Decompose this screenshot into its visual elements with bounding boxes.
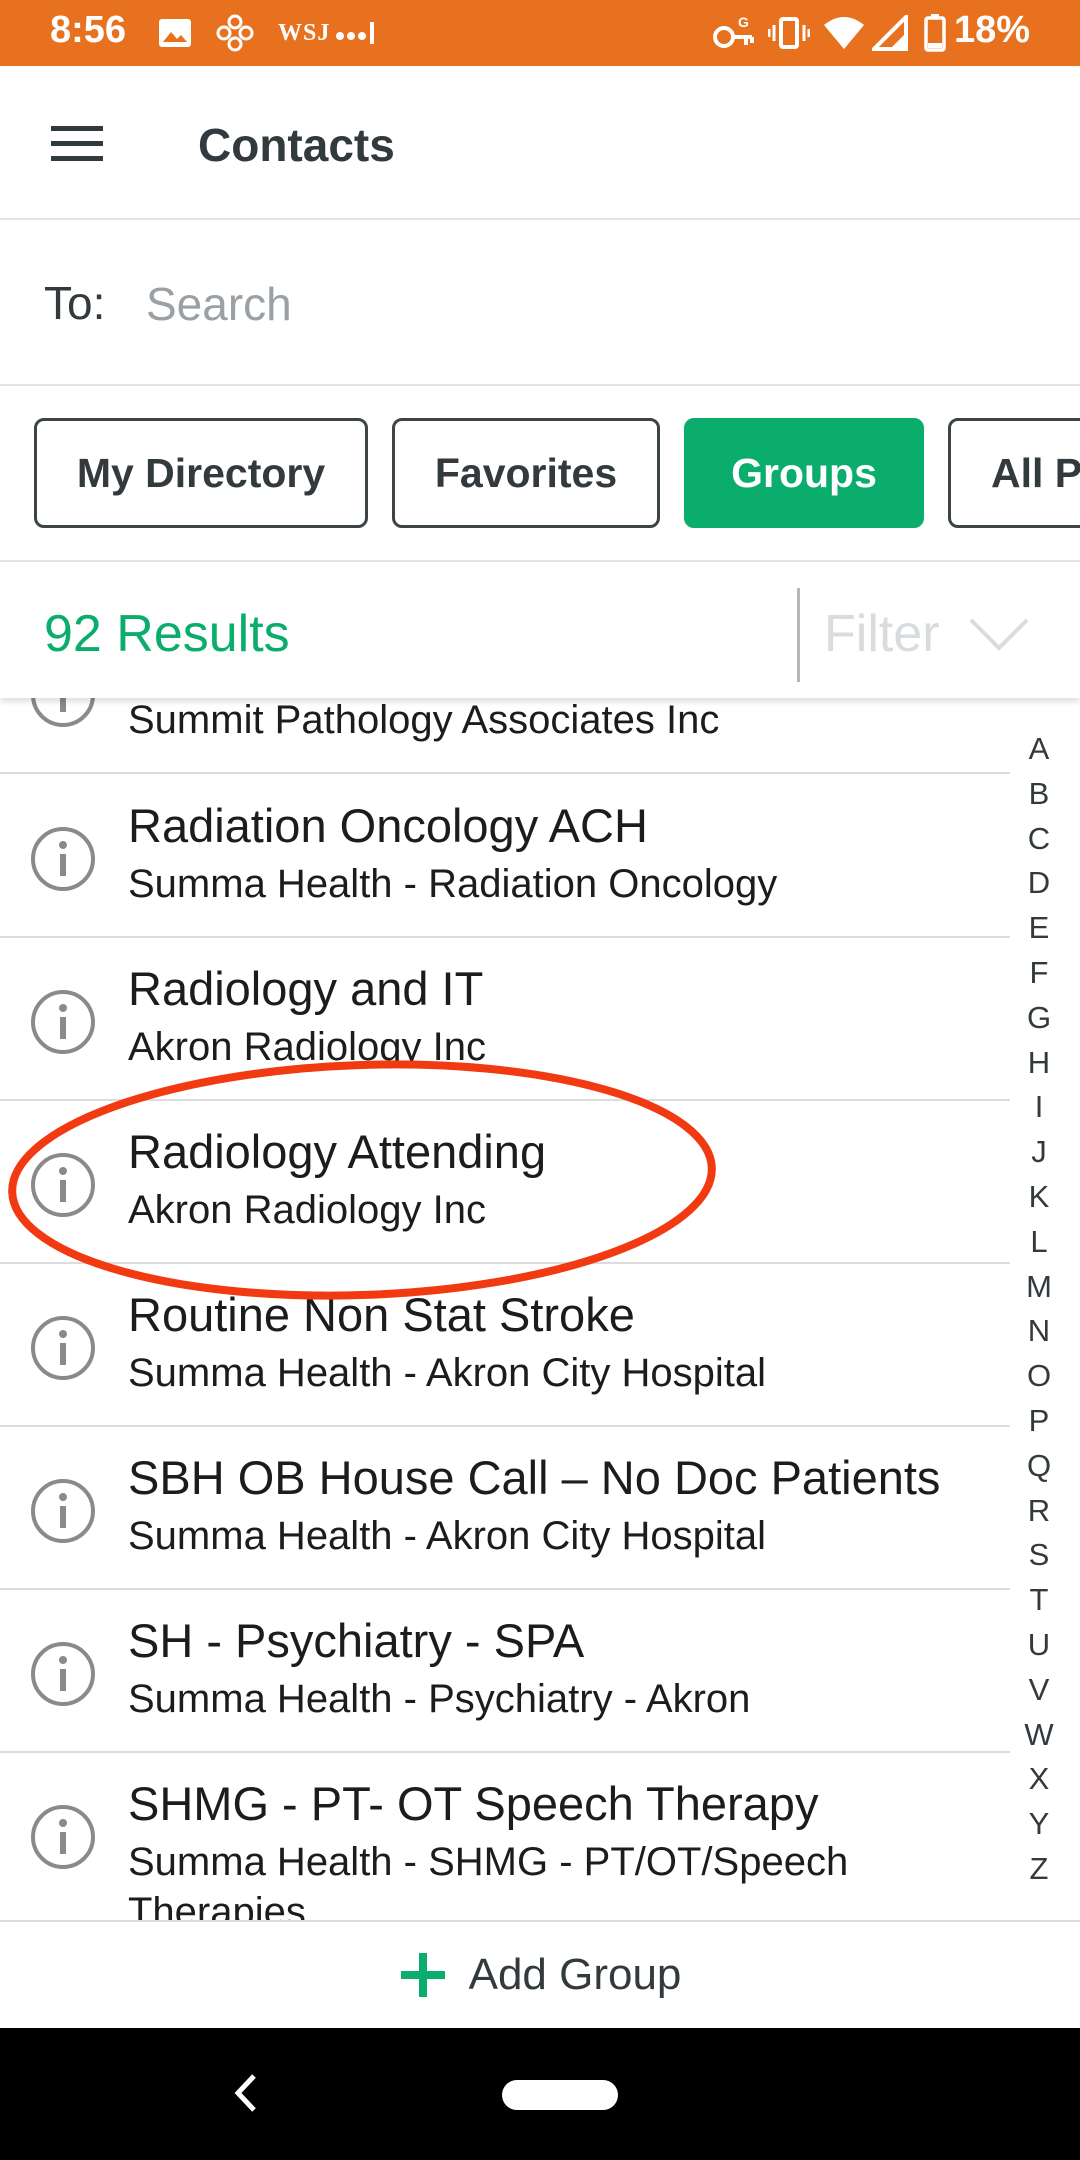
index-letter[interactable]: J (1008, 1130, 1070, 1175)
list-item-subtitle: Summa Health - Akron City Hospital (128, 1514, 767, 1558)
battery-percent: 18% (953, 9, 1030, 51)
group-list: Summit Pathology Associates Inc Radiatio… (0, 698, 1080, 1920)
index-letter[interactable]: L (1008, 1220, 1070, 1265)
signal-dots-icon (334, 14, 380, 52)
index-letter[interactable]: O (1008, 1354, 1070, 1399)
wifi-icon (822, 14, 866, 52)
filter-tabs: My Directory Favorites Groups All P (0, 388, 1080, 562)
list-item[interactable]: Radiology and IT Akron Radiology Inc (0, 937, 1010, 1101)
add-group-button[interactable]: Add Group (0, 1920, 1080, 2028)
search-input[interactable] (146, 268, 1026, 340)
tab-groups[interactable]: Groups (684, 418, 924, 528)
list-item[interactable]: SBH OB House Call – No Doc Patients Summ… (0, 1426, 1010, 1590)
index-letter[interactable]: F (1008, 951, 1070, 996)
index-letter[interactable]: N (1008, 1309, 1070, 1354)
chevron-down-icon[interactable] (968, 616, 1030, 657)
tab-my-directory[interactable]: My Directory (34, 418, 368, 528)
index-letter[interactable]: M (1008, 1265, 1070, 1310)
hamburger-menu-icon[interactable] (40, 116, 114, 172)
info-icon[interactable] (30, 1641, 96, 1707)
key-icon: G (712, 14, 756, 52)
system-nav-bar (0, 2028, 1080, 2160)
index-letter[interactable]: Y (1008, 1802, 1070, 1847)
info-icon[interactable] (30, 1152, 96, 1218)
add-group-label: Add Group (468, 1950, 682, 1999)
to-label: To: (44, 277, 106, 329)
index-letter[interactable]: H (1008, 1041, 1070, 1086)
app-bar: Contacts (0, 66, 1080, 220)
list-item-title: SHMG - PT- OT Speech Therapy (128, 1777, 819, 1830)
alphabet-index[interactable]: A B C D E F G H I J K L M N O P Q R S T … (1008, 727, 1070, 1892)
list-item-subtitle: Akron Radiology Inc (128, 1188, 486, 1232)
index-letter[interactable]: X (1008, 1757, 1070, 1802)
index-letter[interactable]: V (1008, 1668, 1070, 1713)
list-item[interactable]: SH - Psychiatry - SPA Summa Health - Psy… (0, 1589, 1010, 1753)
home-pill[interactable] (502, 2080, 618, 2110)
index-letter[interactable]: D (1008, 861, 1070, 906)
status-time: 8:56 (50, 9, 127, 51)
index-letter[interactable]: U (1008, 1623, 1070, 1668)
index-letter[interactable]: Z (1008, 1847, 1070, 1892)
vibrate-icon (768, 14, 810, 52)
index-letter[interactable]: R (1008, 1489, 1070, 1534)
list-item-subtitle: Summit Pathology Associates Inc (128, 698, 720, 742)
results-bar: 92 Results Filter (0, 564, 1080, 698)
info-icon[interactable] (30, 698, 96, 728)
list-item-title: SBH OB House Call – No Doc Patients (128, 1451, 941, 1504)
index-letter[interactable]: K (1008, 1175, 1070, 1220)
info-icon[interactable] (30, 826, 96, 892)
recipient-search-row: To: (0, 222, 1080, 386)
list-item-title: Radiology Attending (128, 1125, 547, 1178)
index-letter[interactable]: E (1008, 906, 1070, 951)
list-item[interactable]: SHMG - PT- OT Speech Therapy Summa Healt… (0, 1752, 1010, 1920)
list-item-subtitle: Summa Health - SHMG - PT/OT/Speech (128, 1840, 849, 1884)
index-letter[interactable]: I (1008, 1085, 1070, 1130)
index-letter[interactable]: P (1008, 1399, 1070, 1444)
index-letter[interactable]: B (1008, 772, 1070, 817)
index-letter[interactable]: S (1008, 1533, 1070, 1578)
svg-text:G: G (738, 14, 749, 30)
list-item-subtitle: Summa Health - Psychiatry - Akron (128, 1677, 751, 1721)
index-letter[interactable]: A (1008, 727, 1070, 772)
list-item-subtitle: Summa Health - Radiation Oncology (128, 862, 778, 906)
index-letter[interactable]: T (1008, 1578, 1070, 1623)
index-letter[interactable]: C (1008, 817, 1070, 862)
status-bar: 8:56 WSJ G 18% (0, 0, 1080, 66)
list-item-highlighted[interactable]: Radiology Attending Akron Radiology Inc (0, 1100, 1010, 1264)
results-divider (797, 588, 800, 682)
list-item-title: SH - Psychiatry - SPA (128, 1614, 585, 1667)
list-item[interactable]: Summit Pathology Associates Inc (0, 698, 1010, 774)
index-letter[interactable]: W (1008, 1713, 1070, 1758)
tab-favorites[interactable]: Favorites (392, 418, 660, 528)
info-icon[interactable] (30, 1478, 96, 1544)
list-item[interactable]: Radiation Oncology ACH Summa Health - Ra… (0, 774, 1010, 938)
list-item-subtitle-continued: Therapies (128, 1890, 306, 1920)
list-item-title: Radiology and IT (128, 962, 484, 1015)
image-icon (158, 14, 192, 52)
list-item-title: Radiation Oncology ACH (128, 799, 648, 852)
index-letter[interactable]: Q (1008, 1444, 1070, 1489)
results-count: 92 Results (44, 605, 290, 663)
index-letter[interactable]: G (1008, 996, 1070, 1041)
back-icon[interactable] (222, 2068, 272, 2118)
list-item-title: Routine Non Stat Stroke (128, 1288, 635, 1341)
list-item-subtitle: Summa Health - Akron City Hospital (128, 1351, 767, 1395)
pinwheel-icon (216, 14, 254, 52)
tab-all-people[interactable]: All P (948, 418, 1080, 528)
filter-dropdown[interactable]: Filter (824, 604, 940, 664)
plus-icon (400, 1953, 445, 1997)
info-icon[interactable] (30, 1315, 96, 1381)
page-title: Contacts (198, 119, 395, 171)
list-item[interactable]: Routine Non Stat Stroke Summa Health - A… (0, 1263, 1010, 1427)
cell-signal-icon (872, 14, 908, 52)
info-icon[interactable] (30, 989, 96, 1055)
list-item-subtitle: Akron Radiology Inc (128, 1025, 486, 1069)
wsj-icon: WSJ (278, 19, 331, 46)
battery-icon (924, 14, 946, 52)
info-icon[interactable] (30, 1804, 96, 1870)
